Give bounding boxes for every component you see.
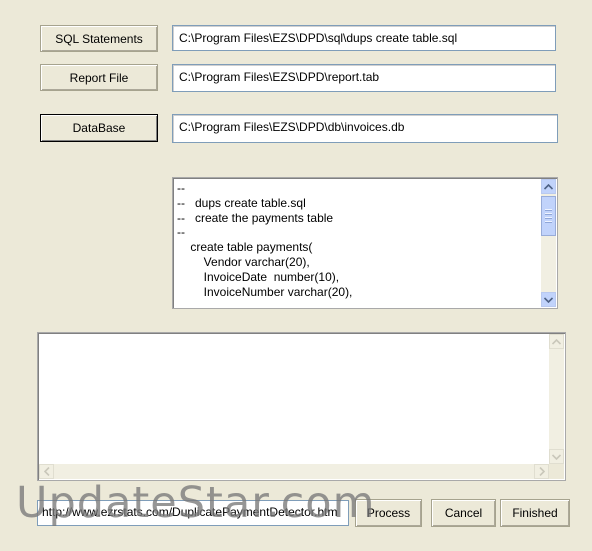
arrow-down-icon[interactable] xyxy=(541,292,556,307)
cancel-button[interactable]: Cancel xyxy=(431,499,496,527)
sql-preview-text: -- -- dups create table.sql -- create th… xyxy=(177,181,353,299)
output-text xyxy=(42,336,547,478)
output-textarea[interactable] xyxy=(37,332,566,481)
arrow-left-icon[interactable] xyxy=(39,464,54,479)
sql-preview-textarea[interactable]: -- -- dups create table.sql -- create th… xyxy=(172,177,558,309)
scroll-thumb[interactable] xyxy=(541,196,556,236)
process-button[interactable]: Process xyxy=(355,499,422,527)
arrow-up-icon[interactable] xyxy=(549,334,564,349)
arrow-down-icon[interactable] xyxy=(549,449,564,464)
output-hscrollbar[interactable] xyxy=(39,464,549,479)
database-button[interactable]: DataBase xyxy=(40,114,158,142)
sql-preview-vscrollbar[interactable] xyxy=(541,179,556,307)
report-path-field[interactable]: C:\Program Files\EZS\DPD\report.tab xyxy=(172,64,556,92)
arrow-up-icon[interactable] xyxy=(541,179,556,194)
website-url-field[interactable]: http://www.ezrstats.com/DuplicatePayment… xyxy=(37,500,349,526)
output-vscrollbar[interactable] xyxy=(549,334,564,464)
scroll-corner xyxy=(549,464,564,479)
report-file-button[interactable]: Report File xyxy=(40,64,158,91)
arrow-right-icon[interactable] xyxy=(534,464,549,479)
sql-statements-button[interactable]: SQL Statements xyxy=(40,25,158,52)
database-path-field[interactable]: C:\Program Files\EZS\DPD\db\invoices.db xyxy=(172,114,558,143)
finished-button[interactable]: Finished xyxy=(500,499,570,527)
sql-path-field[interactable]: C:\Program Files\EZS\DPD\sql\dups create… xyxy=(172,25,556,51)
